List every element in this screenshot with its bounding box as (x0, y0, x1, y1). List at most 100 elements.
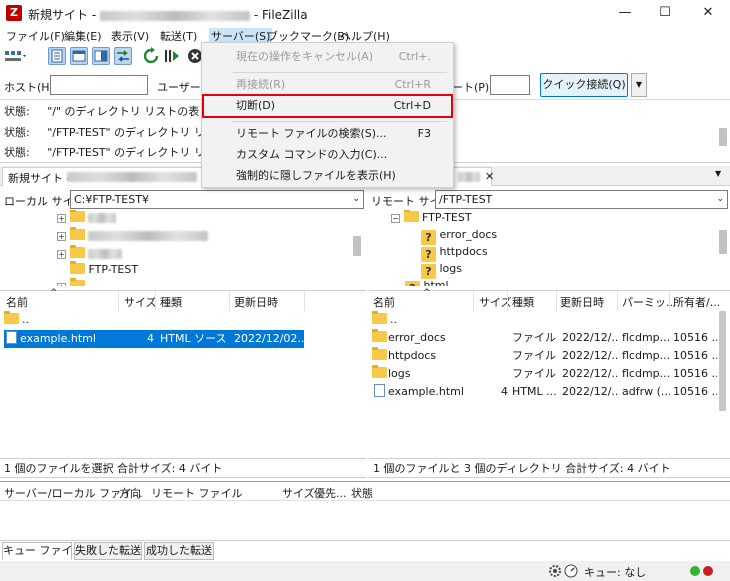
list-item[interactable]: httpdocs ファイル ... 2022/12/... flcdmp... … (372, 347, 717, 365)
quickconnect-button[interactable]: クイック接続(Q) (540, 73, 628, 97)
menu-transfer[interactable]: 転送(T) (160, 28, 197, 44)
column-name[interactable]: 名前 (373, 294, 395, 310)
close-icon[interactable]: ✕ (688, 0, 728, 26)
menu-file[interactable]: ファイル(F) (6, 28, 65, 44)
log-line: 状態: "/FTP-TEST" のディレクトリ リ (4, 144, 205, 160)
chevron-down-icon[interactable]: ⌄ (716, 191, 724, 208)
tree-item-logs[interactable]: ? logs (421, 261, 463, 279)
tree-item[interactable]: + (57, 278, 85, 286)
log-label: 状態: (4, 126, 30, 139)
tree-item[interactable]: + (57, 245, 122, 262)
log-line: 状態: "/FTP-TEST" のディレクトリ リ (4, 124, 205, 140)
file-date: 2022/12/02... (234, 332, 304, 345)
tree-item[interactable]: + (57, 227, 208, 244)
queue-tab-bar: キュー ファイル 失敗した転送 成功した転送 (0, 540, 730, 560)
column-type[interactable]: 種類 (160, 294, 182, 310)
menu-item-custom-command[interactable]: カスタム コマンドの入力(C)... (202, 144, 453, 166)
tab-failed-transfers[interactable]: 失敗した転送 (74, 542, 142, 560)
sort-ascending-icon: ^ (423, 288, 431, 298)
tab-list-dropdown-icon[interactable]: ▼ (715, 169, 721, 178)
quickconnect-dropdown-icon[interactable]: ▼ (631, 73, 647, 97)
file-name: example.html (20, 332, 96, 345)
file-size: 4 (147, 332, 154, 345)
column-owner[interactable]: 所有者/... (673, 294, 720, 310)
chevron-down-icon[interactable]: ⌄ (352, 191, 360, 208)
message-log-toggle-icon[interactable] (48, 47, 66, 65)
log-line: 状態: "/" のディレクトリ リストの表 (4, 103, 199, 119)
file-owner: 10516 ... (673, 367, 717, 380)
list-item[interactable]: .. (372, 311, 717, 329)
minimize-icon[interactable]: — (605, 0, 645, 26)
transfer-queue-toggle-icon[interactable] (114, 47, 132, 65)
refresh-icon[interactable] (142, 47, 160, 65)
file-owner: 10516 ... (673, 385, 717, 398)
queue-column-remote-file[interactable]: リモート ファイル (151, 485, 243, 501)
remote-path-input[interactable]: /FTP-TEST ⌄ (435, 190, 728, 209)
folder-icon (372, 365, 387, 378)
local-tree-scrollbar[interactable] (353, 236, 361, 256)
host-input[interactable] (50, 75, 148, 95)
column-modified[interactable]: 更新日時 (234, 294, 278, 310)
column-size[interactable]: サイズ (124, 294, 157, 310)
menu-item-label: 強制的に隠しファイルを表示(H) (236, 169, 396, 182)
unknown-folder-icon: ? (421, 247, 436, 262)
folder-icon (70, 261, 85, 274)
title-bar: Z 新規サイト - - FileZilla — ☐ ✕ (0, 0, 730, 26)
list-item[interactable]: example.html 4 HTML ... 2022/12/... adfr… (372, 383, 717, 401)
queue-column-status[interactable]: 状態 (351, 485, 373, 501)
remote-list-scrollbar[interactable] (719, 311, 726, 411)
gear-icon[interactable] (548, 564, 562, 581)
tree-item-label: FTP-TEST (422, 211, 472, 224)
queue-column-priority[interactable]: 優先... (314, 485, 347, 501)
queue-column-direction[interactable]: 方向 (119, 485, 141, 501)
folder-icon (372, 311, 387, 324)
file-date: 2022/12/... (562, 349, 618, 362)
tree-item-httpdocs[interactable]: ? httpdocs (421, 244, 488, 262)
file-permissions: flcdmp... (622, 349, 670, 362)
remote-file-list: 名前 ^ サイズ 種類 更新日時 パーミッ... 所有者/... .. erro… (369, 288, 730, 456)
folder-icon (372, 347, 387, 360)
column-modified[interactable]: 更新日時 (560, 294, 604, 310)
file-type: HTML ... (512, 385, 557, 398)
local-tree-toggle-icon[interactable] (70, 47, 88, 65)
tree-item-ftp-test[interactable]: − FTP-TEST (391, 210, 472, 226)
remote-tree-scrollbar[interactable] (719, 230, 727, 254)
tab-successful-transfers[interactable]: 成功した転送 (144, 542, 214, 560)
column-type[interactable]: 種類 (512, 294, 534, 310)
maximize-icon[interactable]: ☐ (645, 0, 685, 26)
menu-edit[interactable]: 編集(E) (64, 28, 102, 44)
tree-item-label: logs (439, 262, 463, 275)
queue-column-size[interactable]: サイズ (282, 485, 315, 501)
speed-limit-icon[interactable] (564, 564, 578, 581)
file-permissions: adfrw (... (622, 385, 670, 398)
tab-queued-files[interactable]: キュー ファイル (2, 542, 84, 560)
menu-view[interactable]: 表示(V) (111, 28, 149, 44)
close-tab-icon[interactable]: ✕ (485, 170, 494, 183)
tree-item-html[interactable]: ? html (405, 278, 449, 286)
menu-item-search-remote-files[interactable]: リモート ファイルの検索(S)... F3 (202, 123, 453, 145)
tree-item[interactable]: + (57, 210, 116, 226)
site-manager-icon[interactable] (4, 47, 28, 65)
tree-item-error-docs[interactable]: ? error_docs (421, 227, 497, 245)
menu-item-label: リモート ファイルの検索(S)... (236, 127, 387, 140)
column-name[interactable]: 名前 (6, 294, 28, 310)
local-path-input[interactable]: C:¥FTP-TEST¥ ⌄ (70, 190, 364, 209)
menu-item-cancel-operation[interactable]: 現在の操作をキャンセル(A) Ctrl+. (202, 46, 453, 68)
list-item[interactable]: error_docs ファイル ... 2022/12/... flcdmp..… (372, 329, 717, 347)
file-type: ファイル ... (512, 331, 558, 344)
menu-item-show-hidden-files[interactable]: 強制的に隠しファイルを表示(H) (202, 165, 453, 187)
log-scrollbar[interactable] (719, 128, 727, 146)
remote-tree-toggle-icon[interactable] (92, 47, 110, 65)
list-item-selected[interactable]: example.html 4 HTML ソース ... 2022/12/02..… (4, 330, 304, 348)
download-indicator-icon (703, 566, 713, 576)
list-item[interactable]: logs ファイル ... 2022/12/... flcdmp... 1051… (372, 365, 717, 383)
remote-status-text: 1 個のファイルと 3 個のディレクトリ 合計サイズ: 4 バイト (369, 458, 730, 478)
menu-item-label: 現在の操作をキャンセル(A) (236, 50, 374, 63)
port-input[interactable] (490, 75, 530, 95)
menu-item-reconnect[interactable]: 再接続(R) Ctrl+R (202, 74, 453, 96)
tree-item-ftp-test[interactable]: FTP-TEST (70, 261, 138, 278)
list-item[interactable]: .. (4, 311, 304, 329)
upload-indicator-icon (690, 566, 700, 576)
process-queue-icon[interactable] (163, 47, 181, 65)
local-path-row: ローカル サイト: C:¥FTP-TEST¥ ⌄ (0, 190, 366, 210)
